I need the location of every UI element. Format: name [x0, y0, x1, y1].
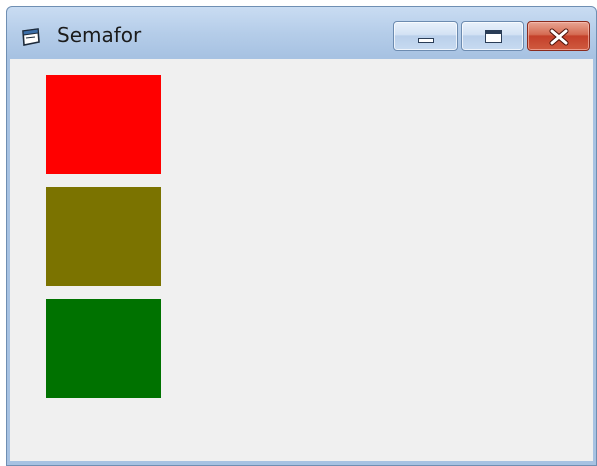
form-window-icon	[22, 28, 40, 46]
close-icon	[549, 28, 569, 46]
minimize-button[interactable]	[393, 21, 458, 51]
window-title: Semafor	[57, 23, 142, 47]
restore-button[interactable]	[461, 21, 524, 51]
red-light	[46, 75, 161, 174]
restore-icon	[485, 30, 502, 43]
title-bar[interactable]: Semafor	[7, 7, 596, 59]
close-button[interactable]	[527, 21, 590, 51]
yellow-light	[46, 187, 161, 286]
form-client-area	[10, 59, 593, 461]
semafor-window: Semafor	[6, 6, 597, 466]
green-light	[46, 299, 161, 398]
minimize-icon	[418, 38, 434, 43]
